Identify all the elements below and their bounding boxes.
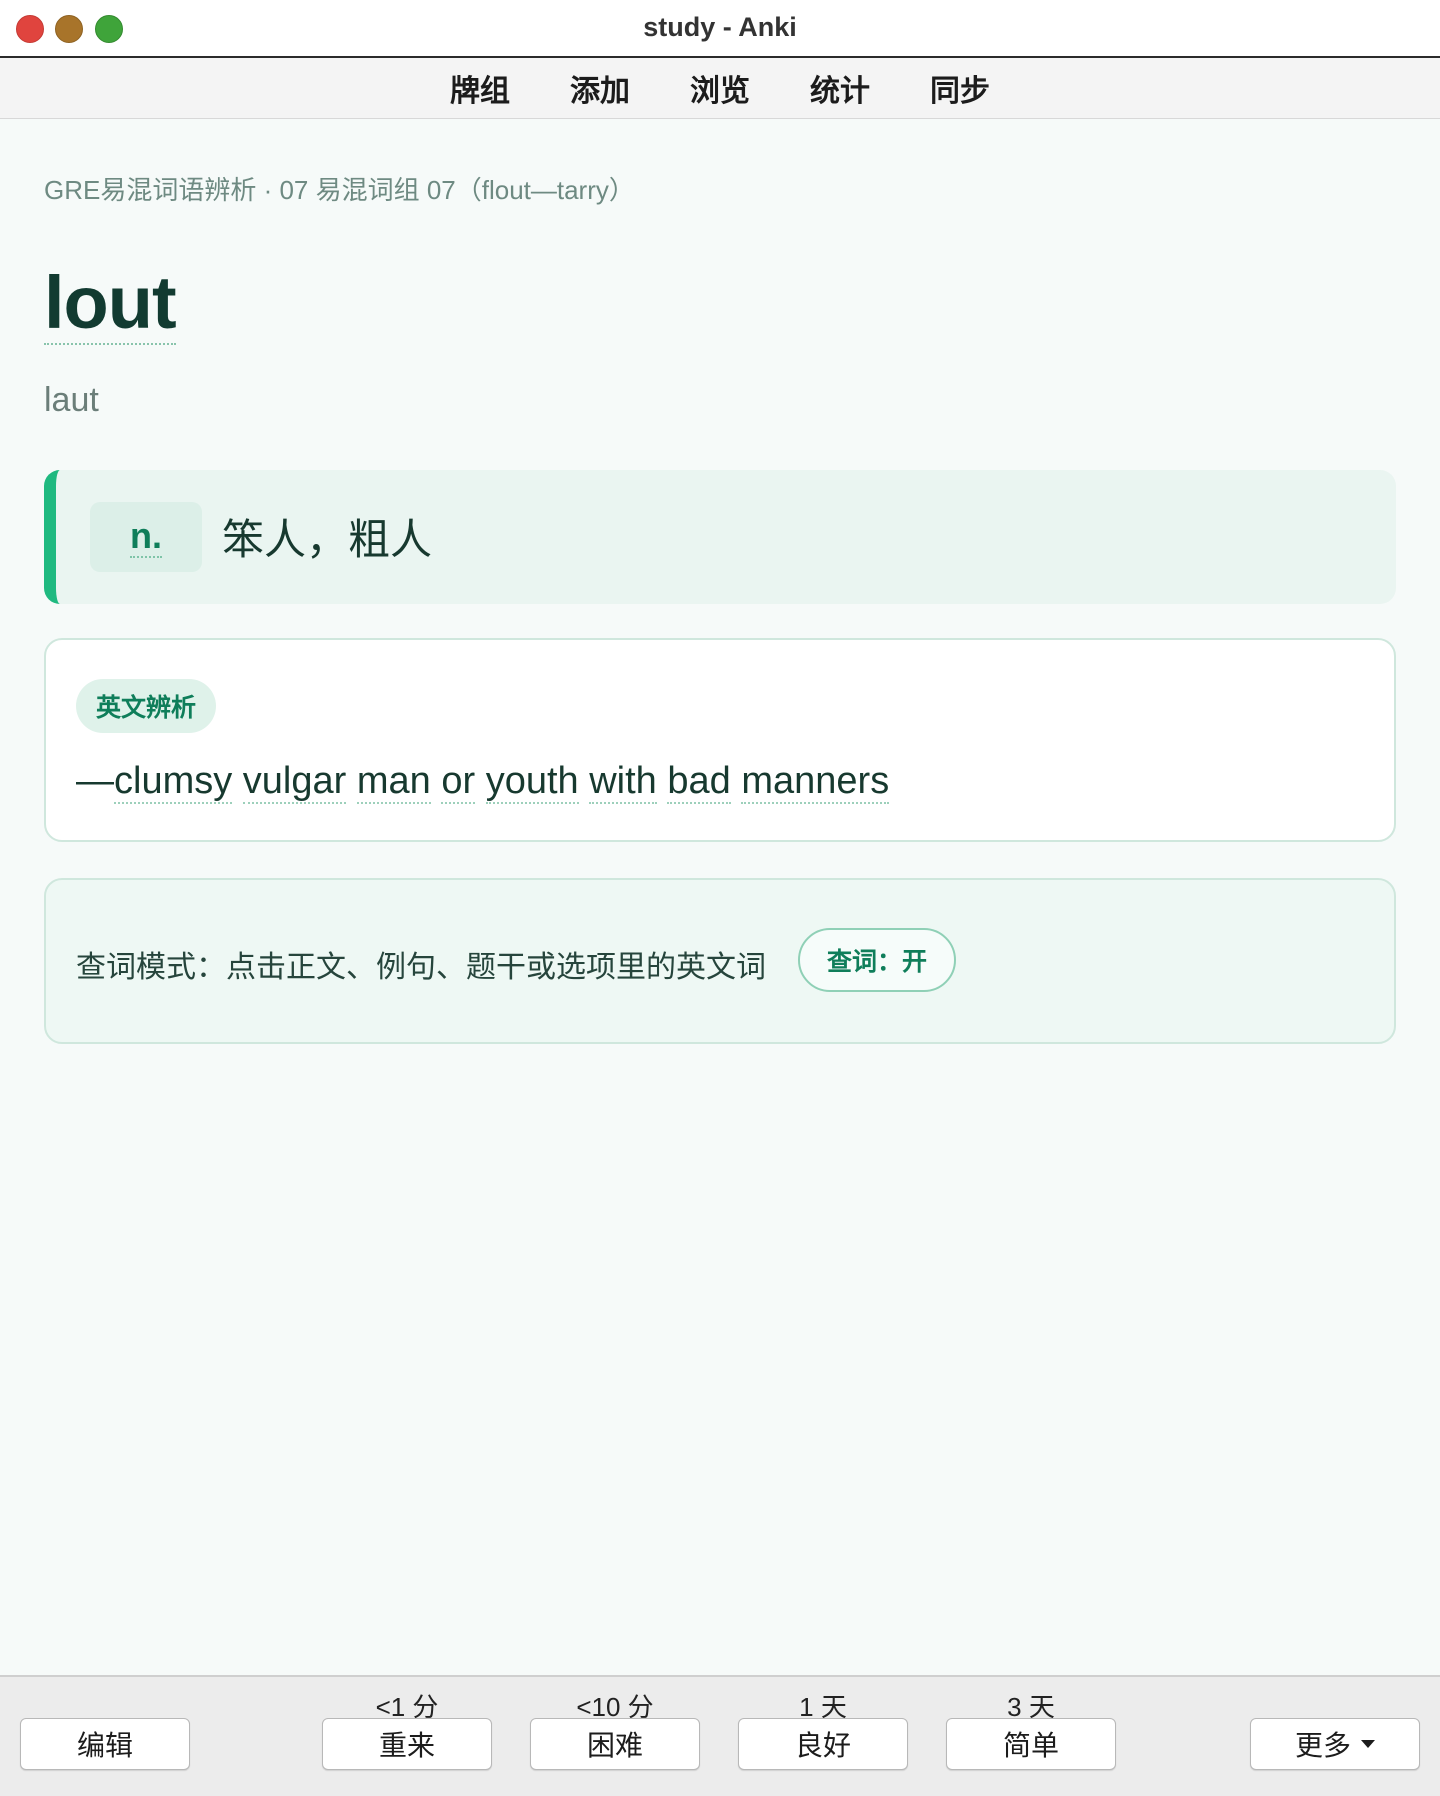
title-bar: study - Anki	[0, 0, 1440, 58]
answer-bar: 编辑 <1 分 重来 <10 分 困难 1 天 良好 3 天 简单 更多	[0, 1675, 1440, 1796]
chevron-down-icon	[1361, 1740, 1375, 1748]
toolbar-decks[interactable]: 牌组	[448, 66, 512, 110]
meaning-box: n. 笨人，粗人	[44, 470, 1396, 604]
definition-dash: —	[76, 760, 114, 802]
good-button[interactable]: 良好	[738, 1718, 908, 1770]
lookup-toggle-button[interactable]: 查词：开	[798, 928, 956, 992]
toolbar-stats[interactable]: 统计	[808, 66, 872, 110]
part-of-speech-chip: n.	[90, 502, 202, 572]
more-label: 更多	[1294, 1730, 1351, 1761]
english-definition: —clumsy vulgar man or youth with bad man…	[76, 760, 890, 804]
lookup-mode-description: 查词模式：点击正文、例句、题干或选项里的英文词	[76, 951, 766, 984]
main-toolbar: 牌组 添加 浏览 统计 同步	[0, 58, 1440, 119]
deck-path: GRE易混词语辨析 · 07 易混词组 07（flout—tarry）	[44, 175, 635, 205]
toolbar-sync[interactable]: 同步	[928, 66, 992, 110]
definition-word[interactable]: or	[441, 760, 476, 804]
analysis-tag: 英文辨析	[76, 679, 217, 733]
window-title: study - Anki	[643, 12, 797, 42]
edit-button[interactable]: 编辑	[20, 1718, 190, 1770]
definition-word[interactable]: youth	[485, 760, 579, 804]
easy-button[interactable]: 简单	[946, 1718, 1116, 1770]
definition-word[interactable]: man	[356, 760, 431, 804]
definition-word[interactable]: bad	[667, 760, 731, 804]
more-button[interactable]: 更多	[1250, 1718, 1420, 1770]
headword[interactable]: lout	[44, 263, 177, 345]
definition-word[interactable]: vulgar	[242, 760, 347, 804]
toolbar-browse[interactable]: 浏览	[688, 66, 752, 110]
chinese-meaning: 笨人，粗人	[222, 516, 433, 563]
again-button[interactable]: 重来	[322, 1718, 492, 1770]
phonetic: laut	[44, 381, 99, 419]
english-analysis-card: 英文辨析 —clumsy vulgar man or youth with ba…	[44, 638, 1396, 842]
lookup-mode-card: 查词模式：点击正文、例句、题干或选项里的英文词 查词：开	[44, 878, 1396, 1044]
definition-word[interactable]: clumsy	[114, 760, 233, 804]
part-of-speech[interactable]: n.	[130, 516, 162, 558]
hard-button[interactable]: 困难	[530, 1718, 700, 1770]
anki-window: study - Anki 牌组 添加 浏览 统计 同步 GRE易混词语辨析 · …	[0, 0, 1440, 1796]
toolbar-add[interactable]: 添加	[568, 66, 632, 110]
definition-word[interactable]: with	[589, 760, 657, 804]
definition-word[interactable]: manners	[741, 760, 890, 804]
